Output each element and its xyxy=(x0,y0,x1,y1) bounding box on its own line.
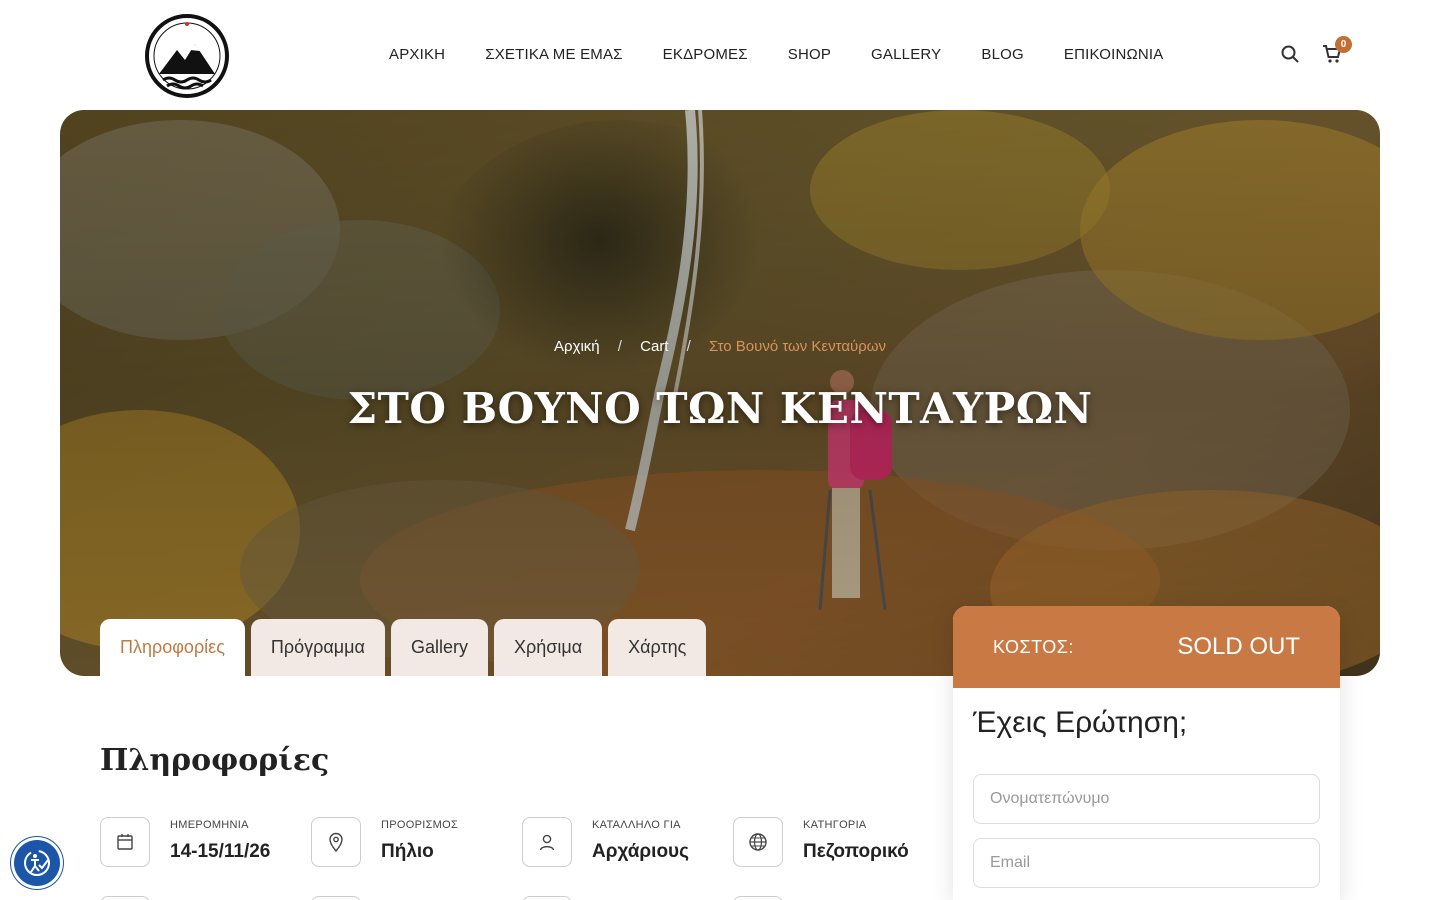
hero-banner: Αρχική / Cart / Στο Βουνό των Κενταύρων … xyxy=(60,110,1380,676)
info-icon-partial xyxy=(311,896,361,900)
page-title: ΣΤΟ ΒΟΥΝΟ ΤΩΝ ΚΕΝΤΑΥΡΩΝ xyxy=(347,384,1093,433)
breadcrumb-separator: / xyxy=(686,338,691,355)
info-label: ΗΜΕΡΟΜΗΝΙΑ xyxy=(170,819,249,831)
question-heading: Έχεις Ερώτηση; xyxy=(973,706,1188,739)
nav-gallery[interactable]: GALLERY xyxy=(871,45,941,65)
cost-panel: ΚΟΣΤΟΣ: SOLD OUT Έχεις Ερώτηση; Ονοματεπ… xyxy=(953,606,1340,900)
info-heading: Πληροφορίες xyxy=(100,743,330,778)
info-icon-partial xyxy=(100,896,150,900)
nav-about[interactable]: ΣΧΕΤΙΚΑ ΜΕ ΕΜΑΣ xyxy=(485,45,622,65)
tab-useful[interactable]: Χρήσιμα xyxy=(493,619,603,676)
info-item-destination: ΠΡΟΟΡΙΣΜΟΣ Πήλιο xyxy=(311,817,522,867)
breadcrumb: Αρχική / Cart / Στο Βουνό των Κενταύρων xyxy=(60,338,1380,355)
main-nav: ΑΡΧΙΚΗ ΣΧΕΤΙΚΑ ΜΕ ΕΜΑΣ ΕΚΔΡΟΜΕΣ SHOP GAL… xyxy=(389,45,1204,65)
info-value: Πήλιο xyxy=(381,841,434,862)
cost-header: ΚΟΣΤΟΣ: SOLD OUT xyxy=(953,606,1340,688)
info-label: ΠΡΟΟΡΙΣΜΟΣ xyxy=(381,819,459,831)
info-value: Πεζοπορικό xyxy=(803,841,909,862)
nav-shop[interactable]: SHOP xyxy=(788,45,831,65)
calendar-icon xyxy=(100,817,150,867)
breadcrumb-home[interactable]: Αρχική xyxy=(554,338,600,355)
nav-contact[interactable]: ΕΠΙΚΟΙΝΩΝΙΑ xyxy=(1064,45,1164,65)
cost-value: SOLD OUT xyxy=(1177,633,1300,660)
info-value: Αρχάριους xyxy=(592,841,689,862)
info-details: ΗΜΕΡΟΜΗΝΙΑ 14-15/11/26 ΠΡΟΟΡΙΣΜΟΣ Πήλιο … xyxy=(100,817,944,867)
user-icon xyxy=(522,817,572,867)
email-field[interactable]: Email xyxy=(973,838,1320,888)
info-icon-partial xyxy=(522,896,572,900)
breadcrumb-separator: / xyxy=(617,338,622,355)
nav-blog[interactable]: BLOG xyxy=(981,45,1023,65)
site-header: ΑΡΧΙΚΗ ΣΧΕΤΙΚΑ ΜΕ ΕΜΑΣ ΕΚΔΡΟΜΕΣ SHOP GAL… xyxy=(0,0,1440,110)
tab-bar: Πληροφορίες Πρόγραμμα Gallery Χρήσιμα Χά… xyxy=(100,619,707,676)
breadcrumb-current: Στο Βουνό των Κενταύρων xyxy=(709,338,886,355)
info-item-date: ΗΜΕΡΟΜΗΝΙΑ 14-15/11/26 xyxy=(100,817,311,867)
tab-info[interactable]: Πληροφορίες xyxy=(100,619,245,676)
tab-map[interactable]: Χάρτης xyxy=(608,619,707,676)
logo[interactable] xyxy=(145,14,229,98)
info-label: ΚΑΤΗΓΟΡΙΑ xyxy=(803,819,867,831)
nav-excursions[interactable]: ΕΚΔΡΟΜΕΣ xyxy=(663,45,748,65)
search-icon[interactable] xyxy=(1280,44,1300,64)
info-icon-partial xyxy=(733,896,783,900)
breadcrumb-cart[interactable]: Cart xyxy=(640,338,668,355)
location-pin-icon xyxy=(311,817,361,867)
accessibility-icon xyxy=(24,850,50,876)
info-label: ΚΑΤΑΛΛΗΛΟ ΓΙΑ xyxy=(592,819,681,831)
cost-label: ΚΟΣΤΟΣ: xyxy=(993,636,1074,657)
header-actions: 0 xyxy=(1280,36,1352,64)
cart-count-badge: 0 xyxy=(1335,36,1352,53)
info-details-row2 xyxy=(100,896,944,900)
accessibility-button[interactable] xyxy=(14,840,60,886)
name-field[interactable]: Ονοματεπώνυμο xyxy=(973,774,1320,824)
info-item-suitable: ΚΑΤΑΛΛΗΛΟ ΓΙΑ Αρχάριους xyxy=(522,817,733,867)
globe-icon xyxy=(733,817,783,867)
info-value: 14-15/11/26 xyxy=(170,841,271,862)
tab-gallery[interactable]: Gallery xyxy=(390,619,488,676)
info-item-category: ΚΑΤΗΓΟΡΙΑ Πεζοπορικό xyxy=(733,817,944,867)
cart-icon[interactable]: 0 xyxy=(1322,36,1352,64)
nav-home[interactable]: ΑΡΧΙΚΗ xyxy=(389,45,445,65)
tab-program[interactable]: Πρόγραμμα xyxy=(250,619,385,676)
